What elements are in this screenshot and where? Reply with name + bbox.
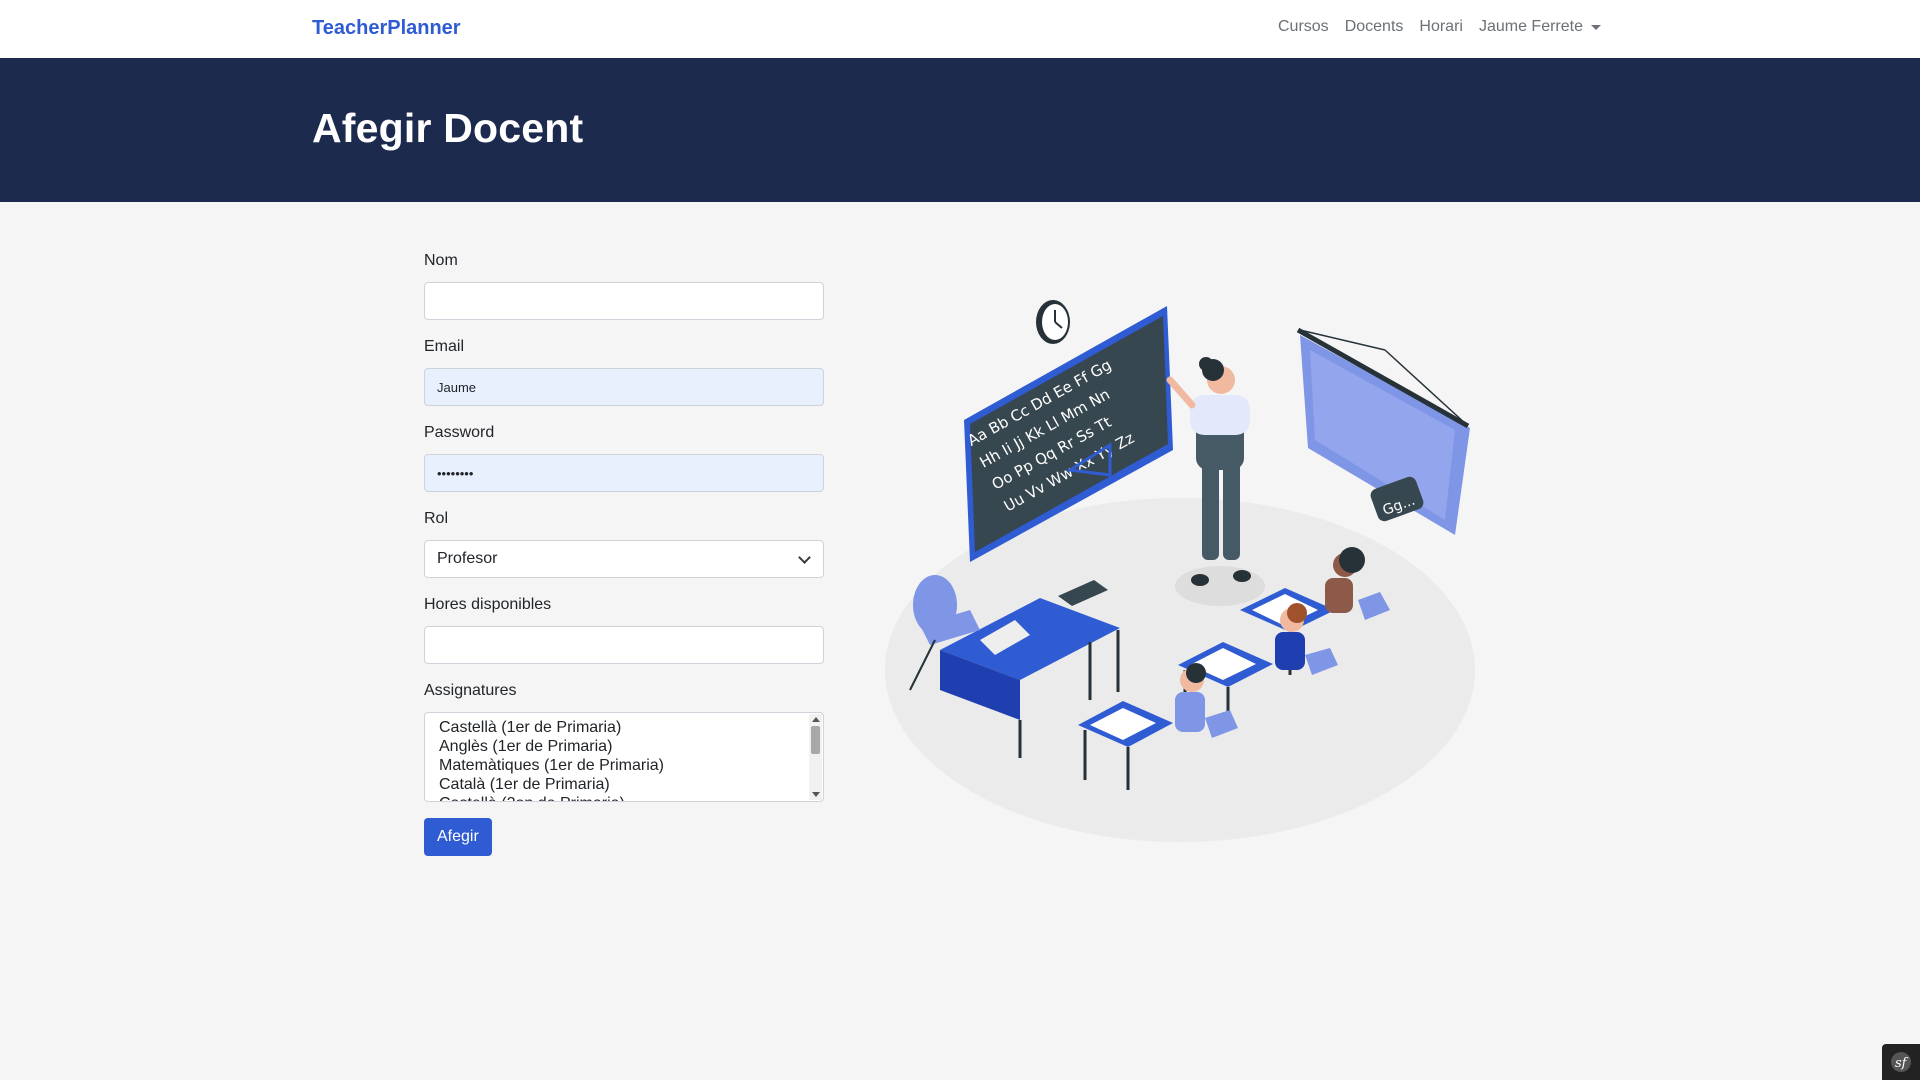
nav-links: Cursos Docents Horari Jaume Ferrete: [1278, 18, 1601, 36]
assignatures-label: Assignatures: [424, 682, 517, 699]
user-name: Jaume Ferrete: [1478, 18, 1583, 35]
submit-button[interactable]: Afegir: [424, 818, 492, 856]
password-label: Password: [424, 424, 495, 441]
hores-label: Hores disponibles: [424, 596, 552, 613]
classroom-illustration: Aa Bb Cc Dd Ee Ff Gg Hh Ii Jj Kk Ll Mm N…: [885, 300, 1475, 842]
symfony-toolbar-toggle[interactable]: sf: [1882, 1044, 1920, 1080]
assignatura-option[interactable]: Castellà (2on de Primaria): [439, 794, 823, 801]
nom-input[interactable]: [424, 282, 824, 320]
assignatures-options: Castellà (1er de Primaria) Anglès (1er d…: [425, 713, 823, 801]
assignatura-option[interactable]: Castellà (1er de Primaria): [439, 718, 823, 737]
rol-select[interactable]: Profesor: [424, 540, 824, 578]
user-dropdown[interactable]: Jaume Ferrete: [1479, 18, 1601, 36]
email-label: Email: [424, 338, 465, 355]
clock-icon: [1036, 300, 1070, 344]
scroll-thumb[interactable]: [811, 726, 820, 754]
navbar: TeacherPlanner Cursos Docents Horari Jau…: [0, 0, 1920, 58]
rol-label: Rol: [424, 510, 449, 527]
assignatures-group: Assignatures Castellà (1er de Primaria) …: [424, 682, 824, 802]
assignatura-option[interactable]: Anglès (1er de Primaria): [439, 737, 823, 756]
email-input[interactable]: [424, 368, 824, 406]
brand-link[interactable]: TeacherPlanner: [312, 17, 461, 40]
add-teacher-form: Nom Email Password Rol Profesor Hores di…: [424, 252, 824, 856]
page-title: Afegir Docent: [312, 105, 584, 151]
nom-group: Nom: [424, 252, 824, 320]
assignatura-option[interactable]: Català (1er de Primaria): [439, 775, 823, 794]
scroll-up-icon[interactable]: [812, 717, 820, 722]
scroll-down-icon[interactable]: [812, 792, 820, 797]
nav-link-horari[interactable]: Horari: [1419, 18, 1463, 36]
password-input[interactable]: [424, 454, 824, 492]
email-group: Email: [424, 338, 824, 406]
symfony-icon: sf: [1891, 1052, 1911, 1072]
rol-selected-value: Profesor: [437, 550, 498, 567]
hores-group: Hores disponibles: [424, 596, 824, 664]
nav-link-cursos[interactable]: Cursos: [1278, 18, 1329, 36]
password-group: Password: [424, 424, 824, 492]
nav-link-docents[interactable]: Docents: [1345, 18, 1404, 36]
multiselect-scrollbar[interactable]: [809, 714, 822, 800]
page-header: Afegir Docent: [0, 58, 1920, 202]
assignatura-option[interactable]: Matemàtiques (1er de Primaria): [439, 756, 823, 775]
chevron-down-icon: [798, 551, 811, 564]
rol-group: Rol Profesor: [424, 510, 824, 578]
assignatures-multiselect[interactable]: Castellà (1er de Primaria) Anglès (1er d…: [424, 712, 824, 802]
caret-down-icon: [1591, 24, 1601, 30]
nom-label: Nom: [424, 252, 458, 269]
hores-input[interactable]: [424, 626, 824, 664]
